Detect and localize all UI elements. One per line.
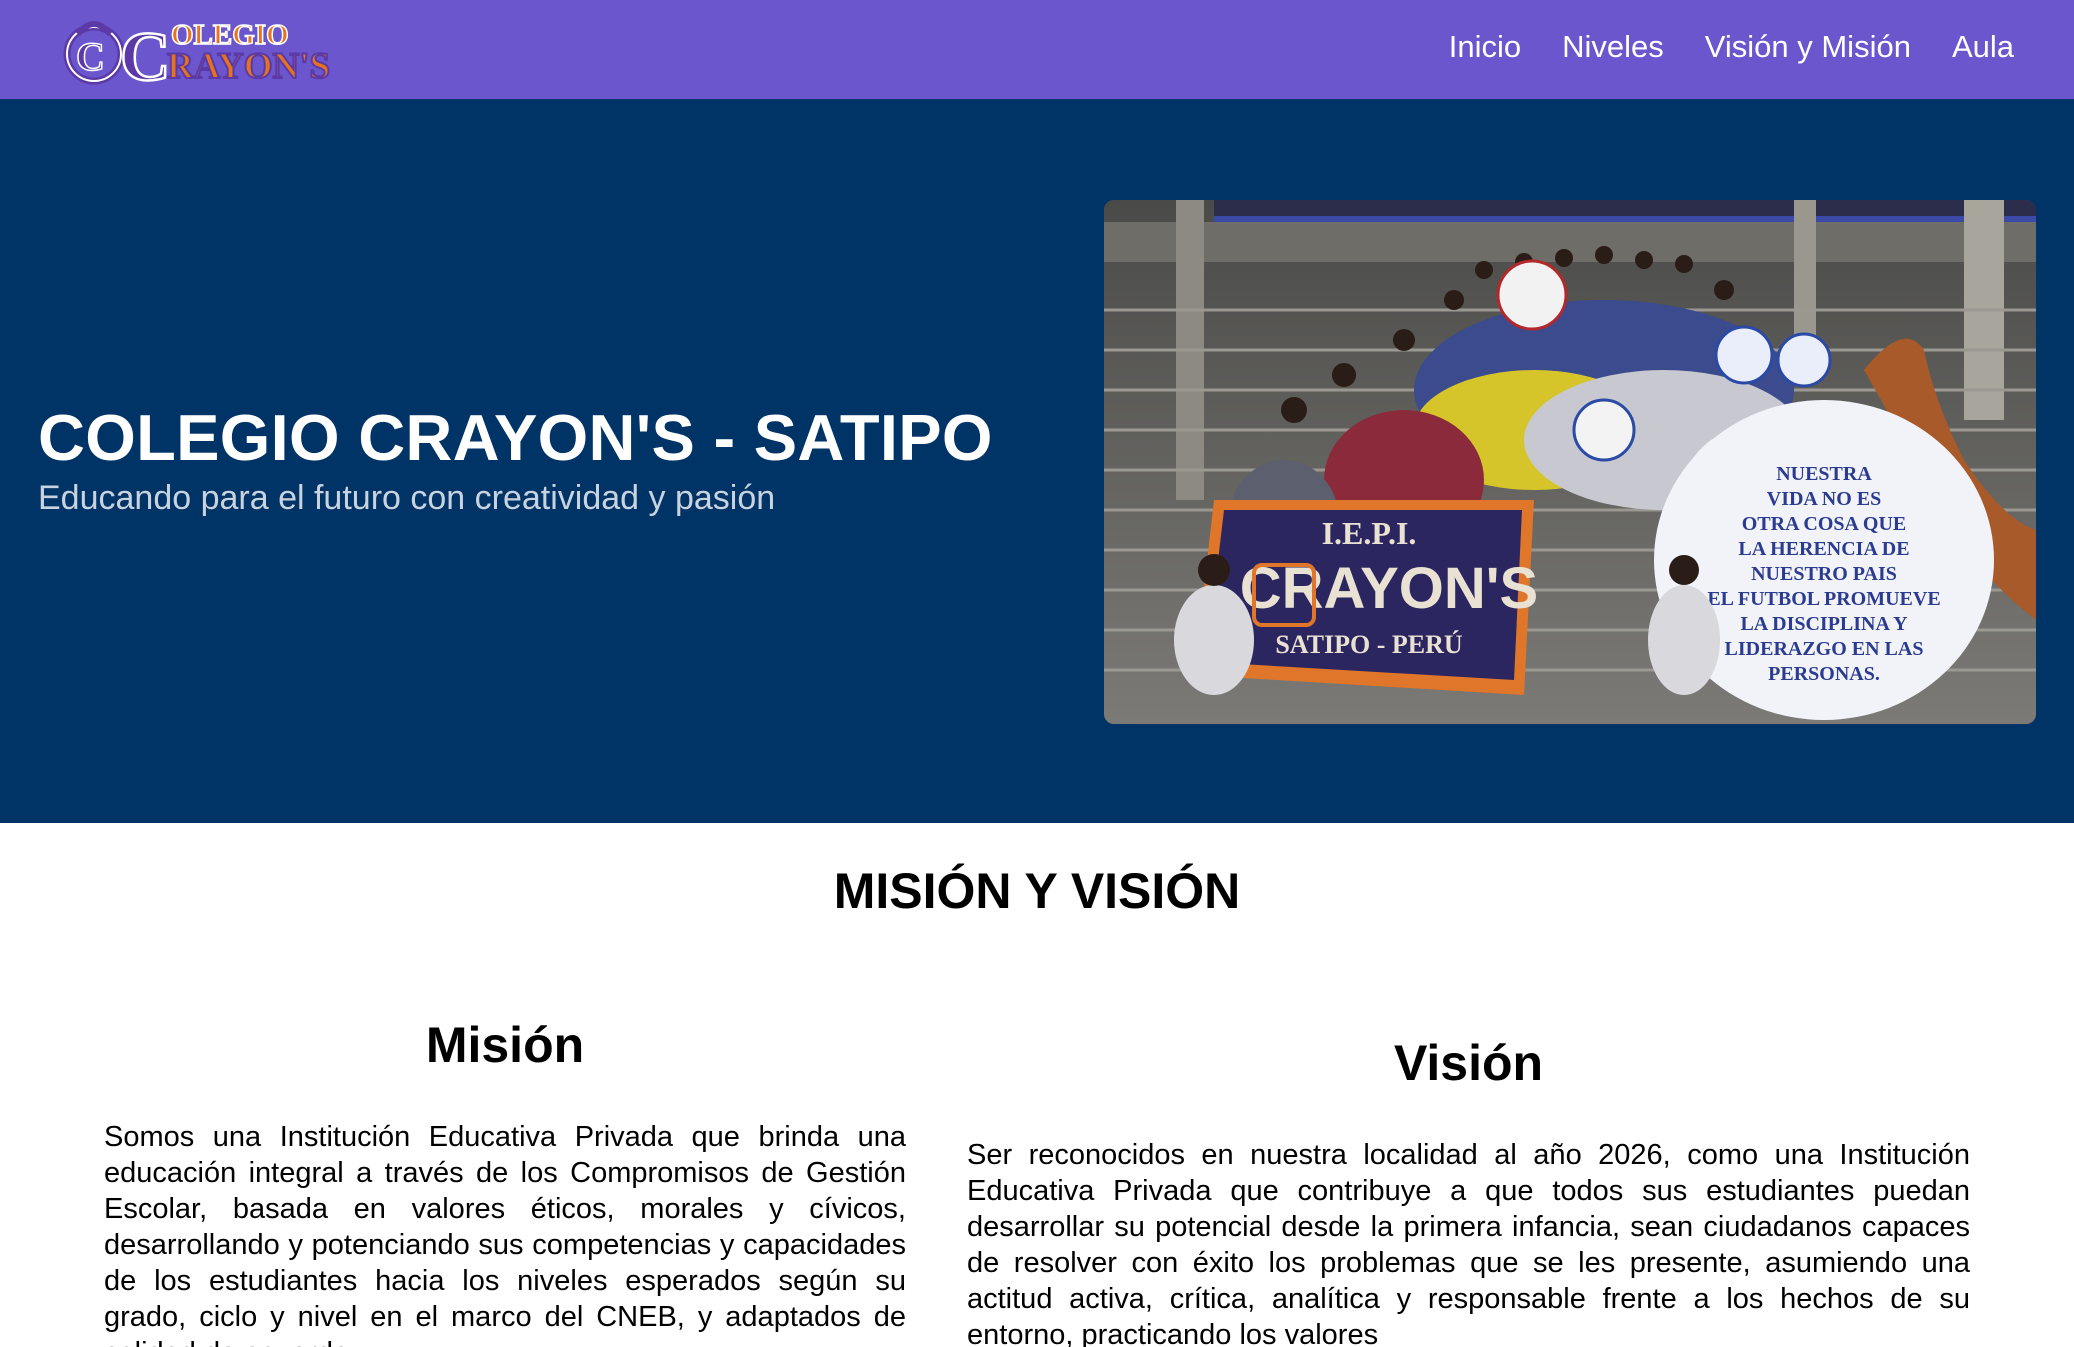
svg-text:VIDA NO ES: VIDA NO ES	[1767, 488, 1881, 510]
svg-text:SATIPO - PERÚ: SATIPO - PERÚ	[1275, 630, 1463, 659]
svg-text:NUESTRO PAIS: NUESTRO PAIS	[1751, 563, 1897, 585]
nav-link-vision-mision[interactable]: Visión y Misión	[1705, 29, 1911, 65]
hero-title: COLEGIO CRAYON'S - SATIPO	[38, 401, 993, 474]
svg-text:PERSONAS.: PERSONAS.	[1768, 663, 1880, 685]
svg-text:I.E.P.I.: I.E.P.I.	[1322, 515, 1417, 551]
svg-text:NUESTRA: NUESTRA	[1776, 463, 1872, 485]
svg-text:LA DISCIPLINA Y: LA DISCIPLINA Y	[1740, 613, 1908, 635]
vision-text: Ser reconocidos en nuestra localidad al …	[967, 1139, 1970, 1347]
mission-heading: Misión	[425, 1017, 585, 1073]
svg-text:EL FUTBOL PROMUEVE: EL FUTBOL PROMUEVE	[1707, 588, 1940, 610]
hero-subtitle: Educando para el futuro con creatividad …	[38, 479, 776, 517]
mission-text: Somos una Institución Educativa Privada …	[104, 1121, 906, 1347]
nav-link-niveles[interactable]: Niveles	[1562, 29, 1664, 65]
logo-text-main: RAYON'S	[167, 46, 330, 87]
svg-text:OTRA COSA QUE: OTRA COSA QUE	[1742, 513, 1906, 535]
school-logo[interactable]: C C OLEGIO RAYON'S	[58, 10, 360, 97]
svg-text:C: C	[120, 19, 171, 90]
nav-links: Inicio Niveles Visión y Misión Aula	[1408, 0, 2014, 94]
vision-heading: Visión	[1393, 1035, 1544, 1091]
nav-link-inicio[interactable]: Inicio	[1449, 29, 1521, 65]
svg-text:C: C	[76, 34, 105, 79]
svg-text:LIDERAZGO EN LAS: LIDERAZGO EN LAS	[1725, 638, 1924, 660]
svg-text:LA HERENCIA DE: LA HERENCIA DE	[1738, 538, 1909, 560]
mission-vision-title: MISIÓN Y VISIÓN	[833, 863, 1241, 919]
hero-group-photo: I.E.P.I. CRAYON'S SATIPO - PERÚ NUESTRA …	[1104, 200, 2036, 724]
navbar: C C OLEGIO RAYON'S Inicio Niveles Visión…	[0, 0, 2074, 99]
hero-section: COLEGIO CRAYON'S - SATIPO Educando para …	[0, 99, 2074, 823]
nav-link-aula[interactable]: Aula	[1952, 29, 2014, 65]
